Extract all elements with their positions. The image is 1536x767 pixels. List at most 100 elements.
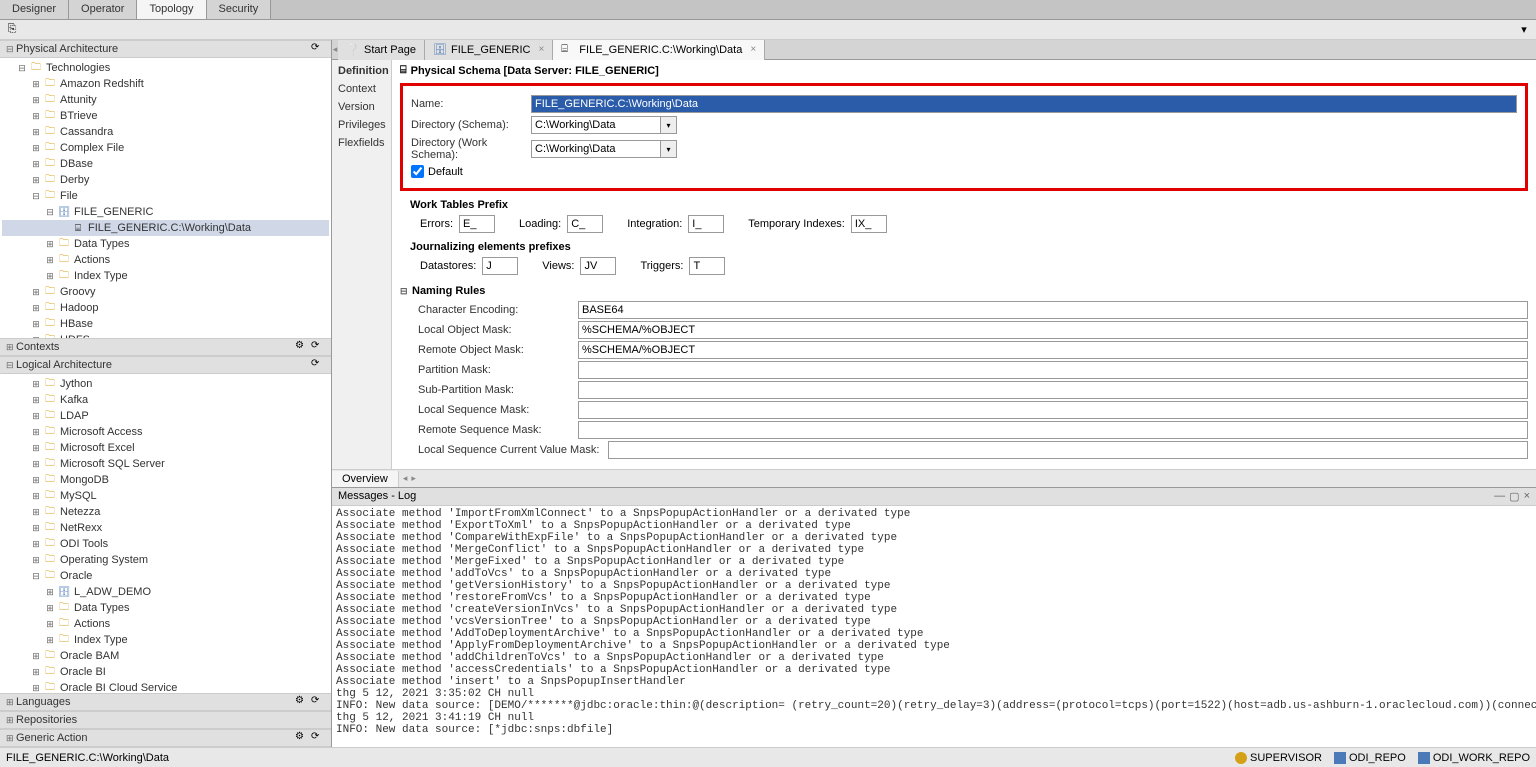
tree-item[interactable]: ⊞🗀NetRexx <box>2 520 329 536</box>
tree-item[interactable]: ⊞🗀Hadoop <box>2 300 329 316</box>
integration-input[interactable] <box>688 215 724 233</box>
refresh-icon[interactable]: ⟳ <box>311 731 325 745</box>
toolbar-btn[interactable]: ⎘ <box>4 22 20 38</box>
close-icon[interactable]: × <box>750 44 756 55</box>
tree-item[interactable]: ⊞🗀Operating System <box>2 552 329 568</box>
messages-log-body[interactable]: Associate method 'ImportFromXmlConnect' … <box>332 506 1536 747</box>
tree-item[interactable]: ⊞🗀Index Type <box>2 632 329 648</box>
naming-rules-header[interactable]: ⊟Naming Rules <box>400 285 1528 297</box>
tree-item-server[interactable]: ⊟🗄FILE_GENERIC <box>2 204 329 220</box>
tree-item[interactable]: ⊞🗀Jython <box>2 376 329 392</box>
nav-privileges[interactable]: Privileges <box>332 116 391 134</box>
accordion-contexts[interactable]: ⊞ Contexts ⚙⟳ <box>0 338 331 356</box>
close-icon[interactable]: × <box>1524 490 1530 503</box>
views-input[interactable] <box>580 257 616 275</box>
tree-item[interactable]: ⊞🗀Oracle BI <box>2 664 329 680</box>
minimize-icon[interactable]: — <box>1494 490 1505 503</box>
tree-item[interactable]: ⊟🗀Oracle <box>2 568 329 584</box>
close-icon[interactable]: × <box>538 44 544 55</box>
tree-technologies[interactable]: ⊟🗀Technologies <box>2 60 329 76</box>
datastores-input[interactable] <box>482 257 518 275</box>
tree-item[interactable]: ⊞🗀Derby <box>2 172 329 188</box>
tree-item[interactable]: ⊞🗀MongoDB <box>2 472 329 488</box>
tree-item[interactable]: ⊞🗀BTrieve <box>2 108 329 124</box>
accordion-repositories[interactable]: ⊞ Repositories <box>0 711 331 729</box>
tree-item[interactable]: ⊟🗀File <box>2 188 329 204</box>
tree-item[interactable]: ⊞🗀Netezza <box>2 504 329 520</box>
loading-input[interactable] <box>567 215 603 233</box>
tab-scroll-right-icon[interactable]: ▸ <box>409 473 418 484</box>
local-mask-input[interactable] <box>578 321 1528 339</box>
refresh-icon[interactable]: ⟳ <box>311 340 325 354</box>
nav-context[interactable]: Context <box>332 80 391 98</box>
remote-seq-input[interactable] <box>578 421 1528 439</box>
nav-flexfields[interactable]: Flexfields <box>332 134 391 152</box>
tree-item[interactable]: ⊞🗀HBase <box>2 316 329 332</box>
folder-icon: 🗀 <box>42 317 58 331</box>
triggers-input[interactable] <box>689 257 725 275</box>
restore-icon[interactable]: ▢ <box>1509 490 1519 503</box>
tree-item[interactable]: ⊞🗀Oracle BAM <box>2 648 329 664</box>
accordion-generic-action[interactable]: ⊞ Generic Action ⚙⟳ <box>0 729 331 747</box>
physical-tree[interactable]: ⊟🗀Technologies ⊞🗀Amazon Redshift⊞🗀Attuni… <box>0 58 331 338</box>
errors-input[interactable] <box>459 215 495 233</box>
local-seq-cur-input[interactable] <box>608 441 1528 459</box>
remote-mask-input[interactable] <box>578 341 1528 359</box>
tree-item[interactable]: ⊞🗀Attunity <box>2 92 329 108</box>
tab-topology[interactable]: Topology <box>137 0 206 19</box>
tree-item[interactable]: ⊞🗀Data Types <box>2 236 329 252</box>
subpartition-input[interactable] <box>578 381 1528 399</box>
nav-definition[interactable]: Definition <box>332 62 391 80</box>
tree-item[interactable]: ⊞🗀Microsoft SQL Server <box>2 456 329 472</box>
refresh-icon[interactable]: ⟳ <box>311 358 325 372</box>
toolbar-btn-right[interactable]: ▾ <box>1516 22 1532 38</box>
tree-item-schema[interactable]: ⌸FILE_GENERIC.C:\Working\Data <box>2 220 329 236</box>
tempidx-input[interactable] <box>851 215 887 233</box>
tree-item[interactable]: ⊞🗀Amazon Redshift <box>2 76 329 92</box>
tree-item[interactable]: ⊞🗀DBase <box>2 156 329 172</box>
tree-item[interactable]: ⊞🗀Microsoft Access <box>2 424 329 440</box>
dir-work-input[interactable] <box>531 140 661 158</box>
editor-tab-startpage[interactable]: ❔Start Page <box>338 40 425 60</box>
refresh-icon[interactable]: ⟳ <box>311 695 325 709</box>
dir-schema-input[interactable] <box>531 116 661 134</box>
messages-title: Messages - Log <box>338 490 416 503</box>
logical-tree[interactable]: ⊞🗀Jython⊞🗀Kafka⊞🗀LDAP⊞🗀Microsoft Access⊞… <box>0 374 331 693</box>
tree-item[interactable]: ⊞🗀Kafka <box>2 392 329 408</box>
tree-item[interactable]: ⊞🗀Data Types <box>2 600 329 616</box>
tab-operator[interactable]: Operator <box>69 0 137 19</box>
tree-item[interactable]: ⊞🗀MySQL <box>2 488 329 504</box>
dropdown-icon[interactable]: ▾ <box>661 116 677 134</box>
default-checkbox[interactable] <box>411 165 424 178</box>
name-input[interactable] <box>531 95 1517 113</box>
tree-item[interactable]: ⊞🗀Cassandra <box>2 124 329 140</box>
tree-item[interactable]: ⊞🗄L_ADW_DEMO <box>2 584 329 600</box>
local-seq-input[interactable] <box>578 401 1528 419</box>
editor-tab-filegeneric[interactable]: 🗄FILE_GENERIC× <box>425 40 553 60</box>
accordion-logical-arch[interactable]: ⊟ Logical Architecture ⟳ <box>0 356 331 374</box>
action-icon[interactable]: ⚙ <box>295 340 309 354</box>
partition-input[interactable] <box>578 361 1528 379</box>
dropdown-icon[interactable]: ▾ <box>661 140 677 158</box>
tree-item[interactable]: ⊞🗀Actions <box>2 252 329 268</box>
tree-item[interactable]: ⊞🗀Microsoft Excel <box>2 440 329 456</box>
tab-security[interactable]: Security <box>207 0 272 19</box>
tree-item[interactable]: ⊞🗀Complex File <box>2 140 329 156</box>
accordion-physical-arch[interactable]: ⊟ Physical Architecture ⟳ <box>0 40 331 58</box>
tree-item[interactable]: ⊞🗀Index Type <box>2 268 329 284</box>
accordion-languages[interactable]: ⊞ Languages ⚙⟳ <box>0 693 331 711</box>
tab-scroll-left-icon[interactable]: ◂ <box>401 473 410 484</box>
overview-tab[interactable]: Overview <box>332 471 399 487</box>
tree-item[interactable]: ⊞🗀Groovy <box>2 284 329 300</box>
tab-designer[interactable]: Designer <box>0 0 69 19</box>
tree-item[interactable]: ⊞🗀Oracle BI Cloud Service <box>2 680 329 693</box>
refresh-icon[interactable]: ⟳ <box>311 42 325 56</box>
tree-item[interactable]: ⊞🗀Actions <box>2 616 329 632</box>
char-enc-input[interactable] <box>578 301 1528 319</box>
tree-item[interactable]: ⊞🗀LDAP <box>2 408 329 424</box>
action-icon[interactable]: ⚙ <box>295 731 309 745</box>
editor-tab-schema[interactable]: ⌸FILE_GENERIC.C:\Working\Data× <box>553 40 765 60</box>
nav-version[interactable]: Version <box>332 98 391 116</box>
tree-item[interactable]: ⊞🗀ODI Tools <box>2 536 329 552</box>
action-icon[interactable]: ⚙ <box>295 695 309 709</box>
